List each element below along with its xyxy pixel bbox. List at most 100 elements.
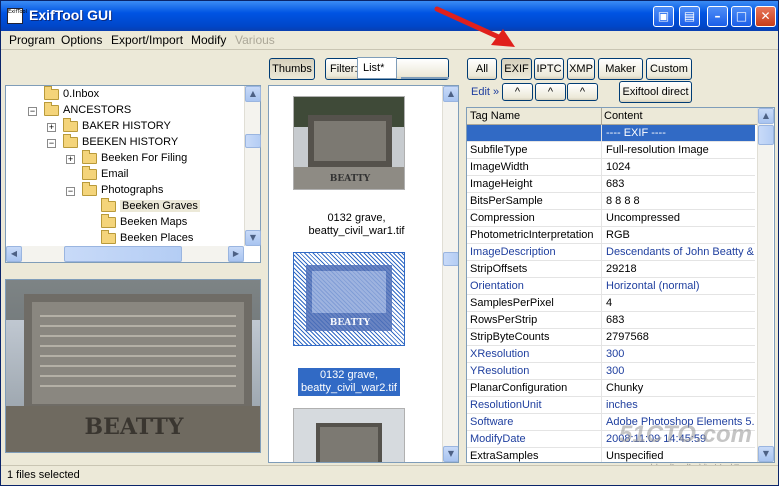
scroll-right-arrow-icon[interactable]: ▶	[228, 246, 244, 262]
maker-button[interactable]: Maker	[598, 58, 643, 80]
gravestone-preview-image: BEATTY	[6, 280, 260, 452]
table-row[interactable]: StripByteCounts 2797568	[467, 329, 755, 346]
metadata-table[interactable]: Tag Name Content ---- EXIF ---- SubfileTy…	[466, 107, 775, 463]
menu-program[interactable]: Program	[9, 33, 55, 47]
table-row[interactable]: PlanarConfiguration Chunky	[467, 380, 755, 397]
thumbnail-1-caption[interactable]: 0132 grave, beatty_civil_war1.tif	[269, 212, 444, 238]
close-button[interactable]: ✕	[755, 6, 776, 27]
move-up-button-2[interactable]: ^	[535, 83, 566, 101]
window-icon-button-1[interactable]: ▣	[653, 6, 674, 27]
window-icon-button-2[interactable]: ▤	[679, 6, 700, 27]
move-up-button-1[interactable]: ^	[502, 83, 533, 101]
thumbnail-2-caption[interactable]: 0132 grave, beatty_civil_war2.tif	[298, 368, 400, 396]
app-window: ExifTool ExifTool GUI ▣ ▤ – □ ✕ Program …	[0, 0, 779, 486]
scroll-thumb[interactable]	[245, 134, 261, 148]
scroll-down-arrow-icon[interactable]: ▼	[758, 446, 774, 462]
tag-name-cell: ModifyDate	[470, 433, 526, 445]
app-icon: ExifTool	[7, 8, 27, 24]
tree-item[interactable]: + Beeken For Filing	[66, 149, 187, 168]
window-title: ExifTool GUI	[29, 7, 112, 23]
folder-tree[interactable]: 0.Inbox − ANCESTORS + BAKER HISTORY − BEEKEN H…	[5, 85, 261, 263]
scroll-thumb[interactable]	[758, 125, 774, 145]
table-row[interactable]: YResolution 300	[467, 363, 755, 380]
tree-item[interactable]: Beeken Maps	[101, 213, 187, 232]
content-cell: ---- EXIF ----	[606, 127, 666, 139]
menu-options[interactable]: Options	[61, 33, 102, 47]
content-cell: 683	[606, 178, 625, 190]
maximize-button[interactable]: □	[731, 6, 752, 27]
folder-icon	[101, 213, 116, 228]
tree-item[interactable]: Beeken Graves	[101, 197, 200, 216]
collapse-icon[interactable]: −	[47, 139, 56, 148]
expand-icon[interactable]: +	[47, 123, 56, 132]
all-button[interactable]: All	[467, 58, 497, 80]
content-cell: 8 8 8 8	[606, 195, 640, 207]
thumbnail-2[interactable]: BEATTY	[293, 252, 405, 346]
table-row[interactable]: Compression Uncompressed	[467, 210, 755, 227]
tag-name-cell: ExtraSamples	[470, 450, 539, 462]
collapse-icon[interactable]: −	[28, 107, 37, 116]
table-row[interactable]: ImageHeight 683	[467, 176, 755, 193]
scroll-up-arrow-icon[interactable]: ▲	[758, 108, 774, 124]
column-header-tag-name[interactable]: Tag Name	[470, 110, 520, 122]
column-divider[interactable]	[601, 108, 602, 125]
table-row[interactable]: SamplesPerPixel 4	[467, 295, 755, 312]
scroll-left-arrow-icon[interactable]: ◀	[6, 246, 22, 262]
table-row[interactable]: BitsPerSample 8 8 8 8	[467, 193, 755, 210]
content-cell: 1024	[606, 161, 631, 173]
tag-name-cell: PlanarConfiguration	[470, 382, 568, 394]
custom-button[interactable]: Custom	[646, 58, 692, 80]
menu-export-import[interactable]: Export/Import	[111, 33, 183, 47]
menu-modify[interactable]: Modify	[191, 33, 226, 47]
tag-name-cell: ResolutionUnit	[470, 399, 542, 411]
tag-name-cell: StripOffsets	[470, 263, 528, 275]
table-row[interactable]: PhotometricInterpretation RGB	[467, 227, 755, 244]
thumbnail-panel[interactable]: BEATTY 0132 grave, beatty_civil_war1.tif…	[268, 85, 459, 463]
table-row[interactable]: ---- EXIF ----	[467, 125, 755, 142]
metadata-vertical-scrollbar[interactable]: ▲ ▼	[757, 108, 774, 462]
cell-divider	[601, 278, 602, 295]
thumbs-button[interactable]: Thumbs	[269, 58, 315, 80]
thumbnail-vertical-scrollbar[interactable]: ▲ ▼	[442, 86, 458, 462]
thumbnail-3[interactable]	[293, 408, 405, 462]
tree-item[interactable]: 0.Inbox	[44, 85, 99, 104]
xmp-button[interactable]: XMP	[567, 58, 595, 80]
tree-item[interactable]: − Photographs	[66, 181, 163, 200]
table-row[interactable]: ImageDescription Descendants of John Beat…	[467, 244, 755, 261]
tree-vertical-scrollbar[interactable]: ▲ ▼	[244, 86, 261, 246]
collapse-icon[interactable]: −	[66, 187, 75, 196]
list-tab[interactable]: List*	[357, 57, 397, 79]
table-row[interactable]: SubfileType Full-resolution Image	[467, 142, 755, 159]
table-row[interactable]: ResolutionUnit inches	[467, 397, 755, 414]
tree-horizontal-scrollbar[interactable]: ◀ ▶	[6, 246, 244, 262]
thumbnail-1[interactable]: BEATTY	[293, 96, 405, 190]
table-row[interactable]: ImageWidth 1024	[467, 159, 755, 176]
title-bar[interactable]: ExifTool ExifTool GUI ▣ ▤ – □ ✕	[1, 1, 778, 31]
column-header-content[interactable]: Content	[604, 110, 643, 122]
exiftool-direct-button[interactable]: Exiftool direct	[619, 81, 692, 103]
move-up-button-3[interactable]: ^	[567, 83, 598, 101]
scroll-up-arrow-icon[interactable]: ▲	[245, 86, 261, 102]
tree-item[interactable]: − BEEKEN HISTORY	[47, 133, 178, 152]
minimize-button[interactable]: –	[707, 6, 728, 27]
edit-link[interactable]: Edit »	[471, 86, 499, 98]
table-row[interactable]: Orientation Horizontal (normal)	[467, 278, 755, 295]
annotation-arrow-icon	[434, 6, 515, 47]
content-cell: inches	[606, 399, 638, 411]
scroll-down-arrow-icon[interactable]: ▼	[245, 230, 261, 246]
tree-item[interactable]: + BAKER HISTORY	[47, 117, 171, 136]
scroll-up-arrow-icon[interactable]: ▲	[443, 86, 458, 102]
thumbnail-1-image: BEATTY	[294, 97, 404, 189]
table-row[interactable]: XResolution 300	[467, 346, 755, 363]
table-row[interactable]: StripOffsets 29218	[467, 261, 755, 278]
iptc-button[interactable]: IPTC	[534, 58, 564, 80]
table-row[interactable]: RowsPerStrip 683	[467, 312, 755, 329]
tree-item[interactable]: − ANCESTORS	[28, 101, 131, 120]
h-scroll-thumb[interactable]	[64, 246, 182, 262]
scroll-down-arrow-icon[interactable]: ▼	[443, 446, 458, 462]
expand-icon[interactable]: +	[66, 155, 75, 164]
folder-icon	[44, 101, 59, 116]
exif-button[interactable]: EXIF	[501, 58, 532, 80]
cell-divider	[601, 312, 602, 329]
scroll-thumb[interactable]	[443, 252, 458, 266]
